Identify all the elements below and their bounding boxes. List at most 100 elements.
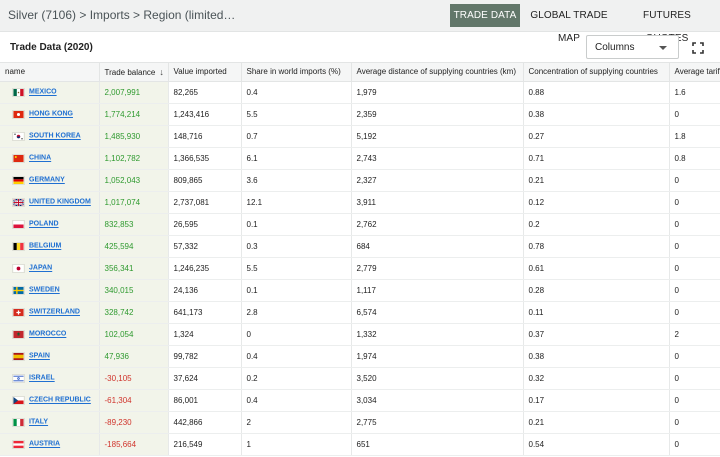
table-row[interactable]: UNITED KINGDOM 1,017,074 2,737,081 12.1 3,91… (0, 191, 720, 214)
table-row[interactable]: CHINA 1,102,782 1,366,535 6.1 2,743 0.71 0.8 (0, 147, 720, 170)
country-link[interactable]: CHINA (29, 155, 51, 162)
table-row[interactable]: CZECH REPUBLIC -61,304 86,001 0.4 3,034 0.17 0 (0, 389, 720, 412)
cell-distance: 684 (351, 235, 524, 258)
table-row[interactable]: POLAND 832,853 26,595 0.1 2,762 0.2 0 (0, 213, 720, 236)
cell-value-imported: 37,624 (168, 367, 242, 390)
cell-concentration: 0.38 (523, 345, 670, 368)
country-link[interactable]: BELGIUM (29, 243, 61, 250)
country-link[interactable]: UNITED KINGDOM (29, 199, 91, 206)
top-bar: Silver (7106) > Imports > Region (limite… (0, 0, 720, 44)
column-header-value-imported[interactable]: Value imported (168, 63, 242, 82)
cell-tariff: 0 (669, 191, 720, 214)
cell-trade-balance: 832,853 (99, 213, 169, 236)
cell-concentration: 0.88 (523, 81, 670, 104)
cell-tariff: 0 (669, 103, 720, 126)
country-link[interactable]: SPAIN (29, 353, 50, 360)
cell-distance: 3,520 (351, 367, 524, 390)
cell-value-imported: 82,265 (168, 81, 242, 104)
cell-tariff: 1.8 (669, 125, 720, 148)
cell-share: 0.3 (241, 235, 352, 258)
cell-share: 1 (241, 433, 352, 456)
table-row[interactable]: GERMANY 1,052,043 809,865 3.6 2,327 0.21 0 (0, 169, 720, 192)
cell-tariff: 0 (669, 411, 720, 434)
cell-concentration: 0.54 (523, 433, 670, 456)
tab-futures-quotes[interactable]: FUTURES QUOTES (623, 4, 711, 44)
country-link[interactable]: ISRAEL (29, 375, 55, 382)
country-link[interactable]: HONG KONG (29, 111, 73, 118)
country-link[interactable]: SWITZERLAND (29, 309, 80, 316)
country-link[interactable]: AUSTRIA (29, 441, 60, 448)
cell-share: 0.1 (241, 213, 352, 236)
fullscreen-icon[interactable] (691, 41, 705, 55)
country-link[interactable]: SWEDEN (29, 287, 60, 294)
cell-trade-balance: 1,485,930 (99, 125, 169, 148)
table-row[interactable]: SPAIN 47,936 99,782 0.4 1,974 0.38 0 (0, 345, 720, 368)
country-link[interactable]: POLAND (29, 221, 59, 228)
country-link[interactable]: ITALY (29, 419, 48, 426)
column-header-distance[interactable]: Average distance of supplying countries … (351, 63, 524, 82)
table-row[interactable]: ISRAEL -30,105 37,624 0.2 3,520 0.32 0 (0, 367, 720, 390)
tab-trade-data[interactable]: TRADE DATA (450, 4, 520, 27)
cell-country: POLAND (0, 213, 100, 236)
cell-country: HONG KONG (0, 103, 100, 126)
cell-country: GERMANY (0, 169, 100, 192)
cell-tariff: 0.8 (669, 147, 720, 170)
cell-share: 5.5 (241, 103, 352, 126)
cell-concentration: 0.12 (523, 191, 670, 214)
columns-select[interactable]: Columns (586, 35, 679, 59)
cell-concentration: 0.78 (523, 235, 670, 258)
table-row[interactable]: MOROCCO 102,054 1,324 0 1,332 0.37 2 (0, 323, 720, 346)
cell-country: CHINA (0, 147, 100, 170)
table-row[interactable]: SWITZERLAND 328,742 641,173 2.8 6,574 0.11 0 (0, 301, 720, 324)
cell-trade-balance: 356,341 (99, 257, 169, 280)
arrow-down-icon[interactable]: ↓ (159, 67, 164, 77)
table-row[interactable]: ITALY -89,230 442,866 2 2,775 0.21 0 (0, 411, 720, 434)
country-link[interactable]: SOUTH KOREA (29, 133, 81, 140)
column-header-concentration[interactable]: Concentration of supplying countries (523, 63, 670, 82)
table-row[interactable]: SWEDEN 340,015 24,136 0.1 1,117 0.28 0 (0, 279, 720, 302)
column-header-trade-balance[interactable]: Trade balance ↓ (99, 63, 169, 82)
cell-tariff: 0 (669, 433, 720, 456)
country-link[interactable]: CZECH REPUBLIC (29, 397, 91, 404)
cell-trade-balance: 2,007,991 (99, 81, 169, 104)
table-row[interactable]: HONG KONG 1,774,214 1,243,416 5.5 2,359 0.38 0 (0, 103, 720, 126)
flag-se-icon (12, 285, 25, 295)
cell-country: MEXICO (0, 81, 100, 104)
tab-global-trade-map[interactable]: GLOBAL TRADE MAP (524, 4, 614, 44)
table-row[interactable]: SOUTH KOREA 1,485,930 148,716 0.7 5,192 0.27 1… (0, 125, 720, 148)
column-header-name[interactable]: name (0, 63, 100, 82)
cell-country: CZECH REPUBLIC (0, 389, 100, 412)
cell-distance: 3,034 (351, 389, 524, 412)
table-row[interactable]: AUSTRIA -185,664 216,549 1 651 0.54 0 (0, 433, 720, 456)
cell-trade-balance: 328,742 (99, 301, 169, 324)
breadcrumb[interactable]: Silver (7106) > Imports > Region (limite… (8, 8, 238, 22)
cell-trade-balance: 1,052,043 (99, 169, 169, 192)
cell-distance: 651 (351, 433, 524, 456)
country-link[interactable]: GERMANY (29, 177, 65, 184)
cell-distance: 2,743 (351, 147, 524, 170)
cell-share: 0.4 (241, 389, 352, 412)
cell-trade-balance: 1,774,214 (99, 103, 169, 126)
cell-tariff: 0 (669, 367, 720, 390)
cell-value-imported: 26,595 (168, 213, 242, 236)
table-row[interactable]: MEXICO 2,007,991 82,265 0.4 1,979 0.88 1.6 (0, 81, 720, 104)
cell-distance: 3,911 (351, 191, 524, 214)
cell-value-imported: 2,737,081 (168, 191, 242, 214)
cell-country: ITALY (0, 411, 100, 434)
country-link[interactable]: JAPAN (29, 265, 52, 272)
cell-trade-balance: 1,102,782 (99, 147, 169, 170)
cell-country: JAPAN (0, 257, 100, 280)
cell-country: SPAIN (0, 345, 100, 368)
column-header-tariff[interactable]: Average tariff (669, 63, 720, 82)
cell-value-imported: 86,001 (168, 389, 242, 412)
country-link[interactable]: MOROCCO (29, 331, 66, 338)
trade-data-table: name Trade balance ↓ Value imported Share… (0, 62, 720, 457)
table-row[interactable]: JAPAN 356,341 1,246,235 5.5 2,779 0.61 0 (0, 257, 720, 280)
column-header-share[interactable]: Share in world imports (%) (241, 63, 352, 82)
flag-ch-icon (12, 307, 25, 317)
table-row[interactable]: BELGIUM 425,594 57,332 0.3 684 0.78 0 (0, 235, 720, 258)
cell-share: 2 (241, 411, 352, 434)
panel-title: Trade Data (2020) (10, 42, 93, 53)
country-link[interactable]: MEXICO (29, 89, 57, 96)
cell-trade-balance: -185,664 (99, 433, 169, 456)
